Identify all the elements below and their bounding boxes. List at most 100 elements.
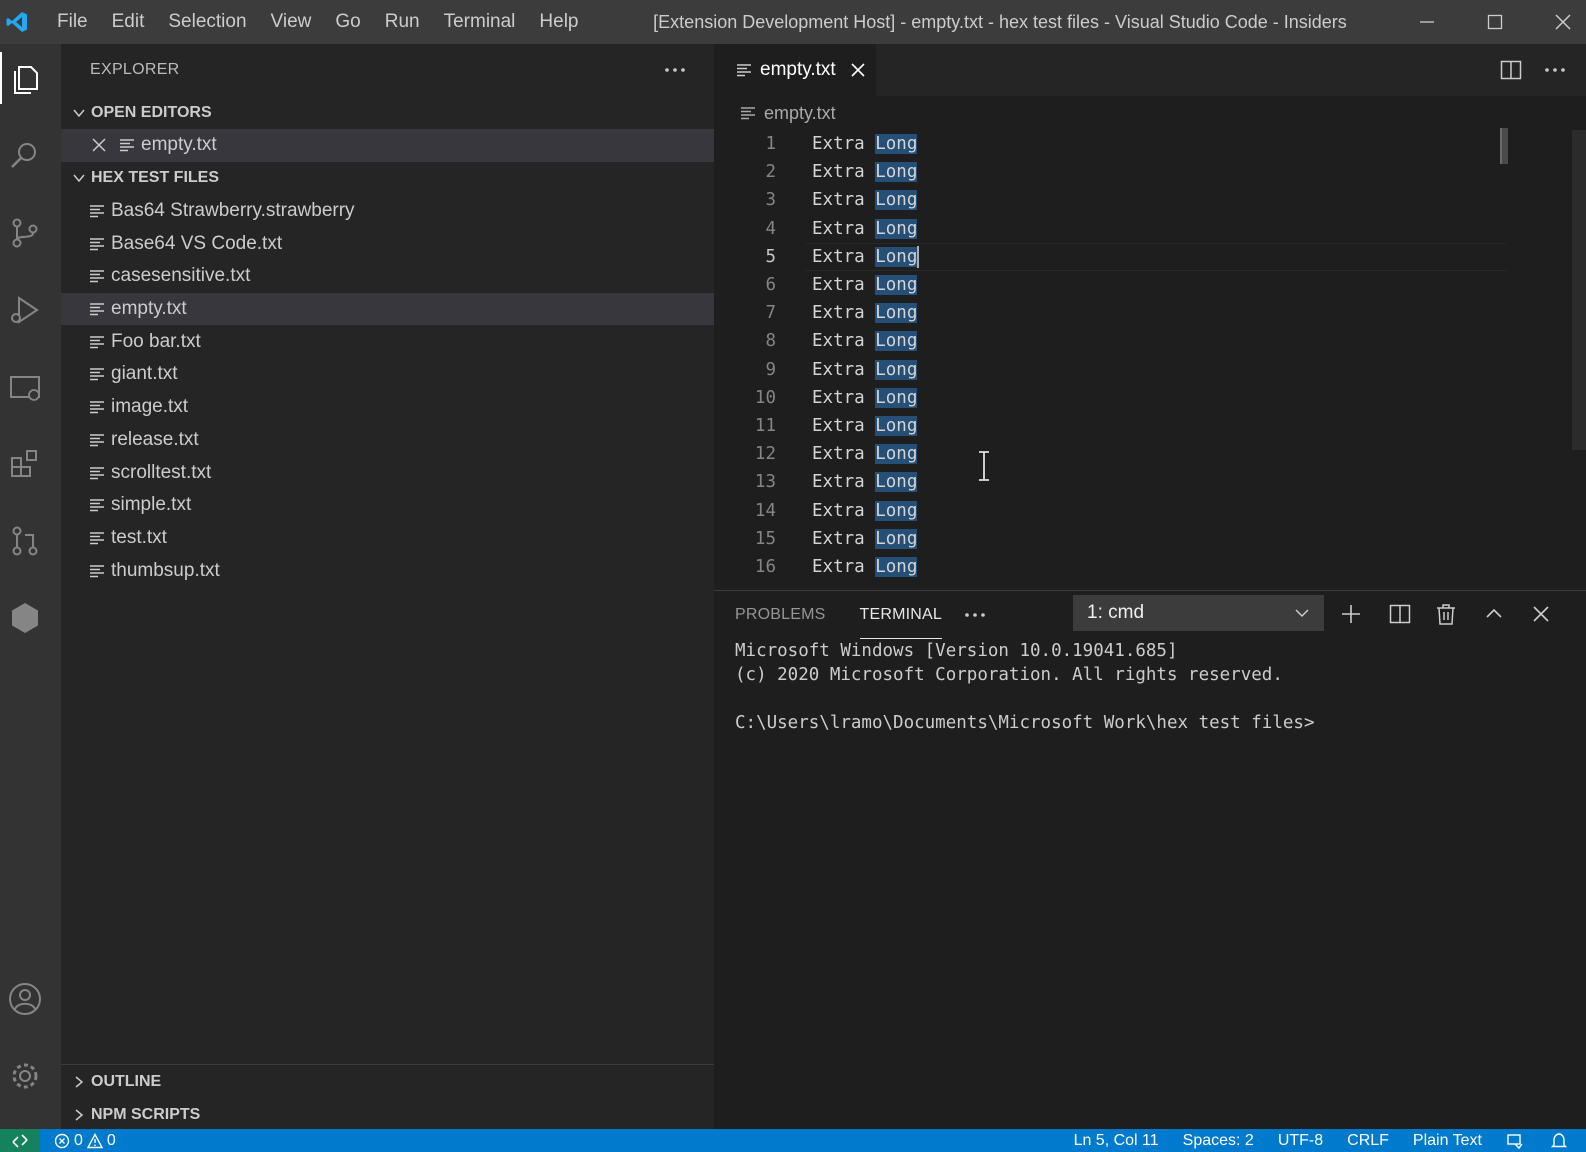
close-panel-button[interactable] bbox=[1526, 599, 1556, 629]
outline-section-header[interactable]: OUTLINE bbox=[61, 1065, 714, 1098]
panel-tab-bar: PROBLEMS TERMINAL 1: cmd bbox=[714, 591, 1586, 639]
file-tree-item[interactable]: Base64 VS Code.txt bbox=[61, 227, 714, 260]
cursor-position[interactable]: Ln 5, Col 11 bbox=[1074, 1132, 1159, 1150]
menu-terminal[interactable]: Terminal bbox=[432, 0, 528, 44]
outline-label: OUTLINE bbox=[91, 1072, 162, 1090]
editor-group: empty.txt empty.txt 1 Extra Long 2 Extra Lo… bbox=[714, 44, 1586, 590]
split-terminal-button[interactable] bbox=[1385, 599, 1415, 629]
maximize-panel-button[interactable] bbox=[1479, 599, 1509, 629]
menu-edit[interactable]: Edit bbox=[100, 0, 157, 44]
menu-file[interactable]: File bbox=[45, 0, 100, 44]
file-tree-item[interactable]: test.txt bbox=[61, 522, 714, 555]
file-tree-item[interactable]: image.txt bbox=[61, 391, 714, 424]
encoding-status[interactable]: UTF-8 bbox=[1278, 1132, 1323, 1150]
selected-token: Long bbox=[875, 444, 918, 465]
split-editor-icon[interactable] bbox=[1500, 59, 1522, 81]
line-text: Extra Long bbox=[812, 528, 918, 549]
menu-view[interactable]: View bbox=[259, 0, 324, 44]
terminal-output[interactable]: Microsoft Windows [Version 10.0.19041.68… bbox=[714, 639, 1586, 735]
manage-settings-button[interactable] bbox=[0, 1051, 50, 1101]
file-tree-item[interactable]: scrolltest.txt bbox=[61, 456, 714, 489]
folder-section-header[interactable]: HEX TEST FILES bbox=[61, 162, 714, 195]
tab-empty-txt[interactable]: empty.txt bbox=[714, 44, 876, 96]
text-file-icon bbox=[90, 564, 104, 577]
remote-indicator-button[interactable] bbox=[0, 1129, 40, 1152]
language-mode-status[interactable]: Plain Text bbox=[1413, 1132, 1482, 1150]
code-editor[interactable]: 1 Extra Long 2 Extra Long 3 Extra Long 4 Extra … bbox=[714, 130, 1506, 590]
selected-token: Long bbox=[875, 387, 918, 408]
more-actions-icon[interactable] bbox=[1544, 67, 1566, 73]
menu-go[interactable]: Go bbox=[323, 0, 372, 44]
eol-status[interactable]: CRLF bbox=[1347, 1132, 1389, 1150]
close-window-button[interactable] bbox=[1530, 0, 1586, 44]
accounts-button[interactable] bbox=[0, 974, 50, 1024]
token: Extra bbox=[812, 387, 865, 408]
line-number: 5 bbox=[765, 246, 776, 267]
open-editor-item[interactable]: empty.txt bbox=[61, 129, 714, 162]
file-tree-item[interactable]: simple.txt bbox=[61, 489, 714, 522]
text-file-icon bbox=[90, 368, 104, 381]
line-text: Extra Long bbox=[812, 331, 918, 352]
maximize-button[interactable] bbox=[1462, 0, 1528, 44]
file-tree-item[interactable]: empty.txt bbox=[61, 292, 714, 326]
line-text: Extra Long bbox=[812, 444, 918, 465]
run-debug-view-button[interactable] bbox=[0, 285, 50, 335]
line-text: Extra Long bbox=[812, 359, 918, 380]
tab-problems[interactable]: PROBLEMS bbox=[735, 591, 826, 639]
open-editors-section-header[interactable]: OPEN EDITORS bbox=[61, 96, 714, 129]
extensions-view-button[interactable] bbox=[0, 439, 50, 489]
menu-run[interactable]: Run bbox=[373, 0, 432, 44]
file-tree-item[interactable]: thumbsup.txt bbox=[61, 554, 714, 587]
file-tree-item[interactable]: Foo bar.txt bbox=[61, 325, 714, 358]
token: Extra bbox=[812, 246, 865, 267]
file-tree-item[interactable]: giant.txt bbox=[61, 358, 714, 391]
text-file-icon bbox=[90, 499, 104, 512]
feedback-icon[interactable] bbox=[1506, 1132, 1526, 1150]
npm-scripts-section-header[interactable]: NPM SCRIPTS bbox=[61, 1098, 714, 1131]
panel-more-button[interactable] bbox=[964, 591, 986, 639]
menu-selection[interactable]: Selection bbox=[156, 0, 258, 44]
problems-status[interactable]: 0 0 bbox=[54, 1132, 116, 1150]
trash-icon bbox=[1437, 604, 1455, 625]
selected-token: Long bbox=[875, 190, 918, 211]
pull-requests-view-button[interactable] bbox=[0, 516, 50, 566]
line-text: Extra Long bbox=[812, 556, 918, 577]
indentation-status[interactable]: Spaces: 2 bbox=[1183, 1132, 1254, 1150]
text-file-icon bbox=[90, 532, 104, 545]
new-terminal-button[interactable] bbox=[1336, 599, 1366, 629]
source-control-view-button[interactable] bbox=[0, 208, 50, 258]
notifications-bell-icon[interactable] bbox=[1550, 1132, 1568, 1150]
breadcrumb[interactable]: empty.txt bbox=[714, 96, 1586, 130]
more-actions-icon[interactable] bbox=[664, 67, 686, 73]
minimap[interactable] bbox=[1500, 128, 1508, 164]
selected-token: Long bbox=[875, 246, 918, 267]
close-tab-icon[interactable] bbox=[850, 62, 866, 78]
line-number: 8 bbox=[765, 331, 776, 352]
code-line: 5 Extra Long bbox=[714, 242, 1506, 271]
line-text: Extra Long bbox=[812, 190, 918, 211]
close-editor-icon[interactable] bbox=[91, 137, 107, 153]
line-number: 2 bbox=[765, 162, 776, 183]
terminal-select-value: 1: cmd bbox=[1087, 602, 1145, 623]
selected-token: Long bbox=[875, 275, 918, 296]
explorer-view-button[interactable] bbox=[0, 54, 50, 104]
explorer-sidebar: EXPLORER OPEN EDITORS empty.txt HEX TEST… bbox=[61, 44, 714, 1129]
kill-terminal-button[interactable] bbox=[1431, 599, 1461, 629]
search-view-button[interactable] bbox=[0, 131, 50, 181]
minimize-button[interactable] bbox=[1394, 0, 1460, 44]
text-cursor-icon bbox=[976, 451, 992, 486]
file-tree-item[interactable]: casesensitive.txt bbox=[61, 260, 714, 293]
text-file-icon bbox=[90, 205, 104, 218]
line-text: Extra Long bbox=[812, 415, 918, 436]
editor-scrollbar[interactable] bbox=[1572, 130, 1586, 450]
tab-terminal[interactable]: TERMINAL bbox=[859, 591, 943, 639]
file-tree-item[interactable]: release.txt bbox=[61, 424, 714, 457]
chevron-down-icon bbox=[1295, 609, 1309, 618]
hexagon-extension-view-button[interactable] bbox=[0, 593, 50, 643]
menu-help[interactable]: Help bbox=[527, 0, 590, 44]
remote-explorer-view-button[interactable] bbox=[0, 362, 50, 412]
file-tree-item[interactable]: Bas64 Strawberry.strawberry bbox=[61, 195, 714, 228]
terminal-prompt: C:\Users\lramo\Documents\Microsoft Work\… bbox=[735, 713, 1315, 733]
terminal-select-dropdown[interactable]: 1: cmd bbox=[1073, 595, 1324, 631]
line-number: 11 bbox=[754, 415, 776, 436]
